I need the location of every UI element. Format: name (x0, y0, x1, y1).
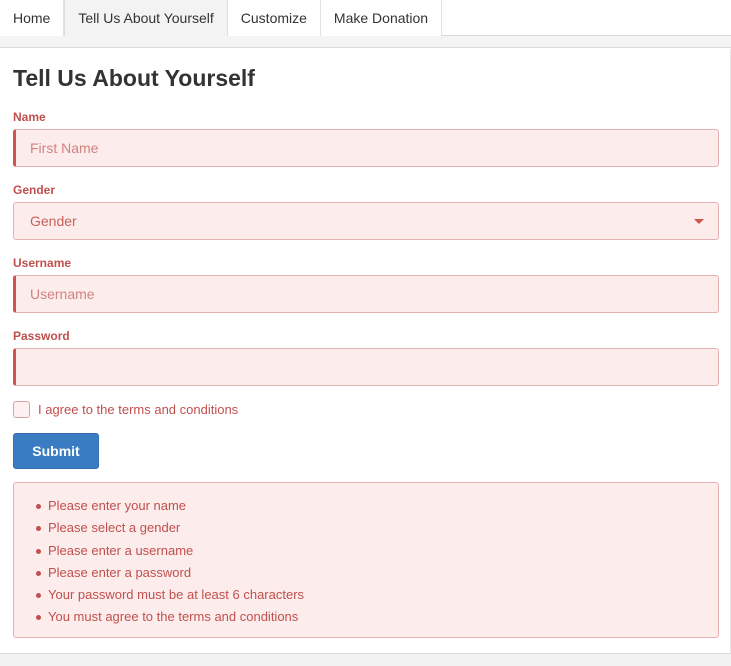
submit-button[interactable]: Submit (13, 433, 99, 469)
validation-errors: Please enter your name Please select a g… (13, 482, 719, 638)
username-label: Username (13, 256, 72, 270)
error-item: Please enter a password (34, 562, 304, 584)
tab-bar: Home Tell Us About Yourself Customize Ma… (0, 0, 731, 36)
error-item: Your password must be at least 6 charact… (34, 584, 304, 606)
error-item: Please enter a username (34, 540, 304, 562)
first-name-input[interactable] (28, 130, 718, 166)
tab-make-donation[interactable]: Make Donation (320, 0, 443, 36)
name-label: Name (13, 110, 46, 124)
page-title: Tell Us About Yourself (13, 65, 255, 91)
error-item: Please enter your name (34, 495, 304, 517)
error-item: You must agree to the terms and conditio… (34, 606, 304, 628)
footer-band (0, 653, 731, 666)
tab-customize[interactable]: Customize (227, 0, 321, 36)
gender-label: Gender (13, 183, 56, 197)
terms-label[interactable]: I agree to the terms and conditions (38, 402, 238, 417)
terms-checkbox[interactable] (13, 401, 30, 418)
terms-row: I agree to the terms and conditions (13, 401, 238, 418)
password-field (13, 348, 719, 386)
gender-select-value: Gender (30, 213, 77, 229)
error-list: Please enter your name Please select a g… (34, 495, 304, 629)
error-item: Please select a gender (34, 517, 304, 539)
tab-home[interactable]: Home (0, 0, 65, 36)
gender-select[interactable]: Gender (13, 202, 719, 240)
caret-down-icon (694, 218, 704, 224)
password-input[interactable] (28, 349, 718, 385)
header-separator (0, 36, 731, 48)
username-field (13, 275, 719, 313)
name-field (13, 129, 719, 167)
tab-tell-us-about-yourself[interactable]: Tell Us About Yourself (64, 0, 228, 36)
password-label: Password (13, 329, 70, 343)
username-input[interactable] (28, 276, 718, 312)
